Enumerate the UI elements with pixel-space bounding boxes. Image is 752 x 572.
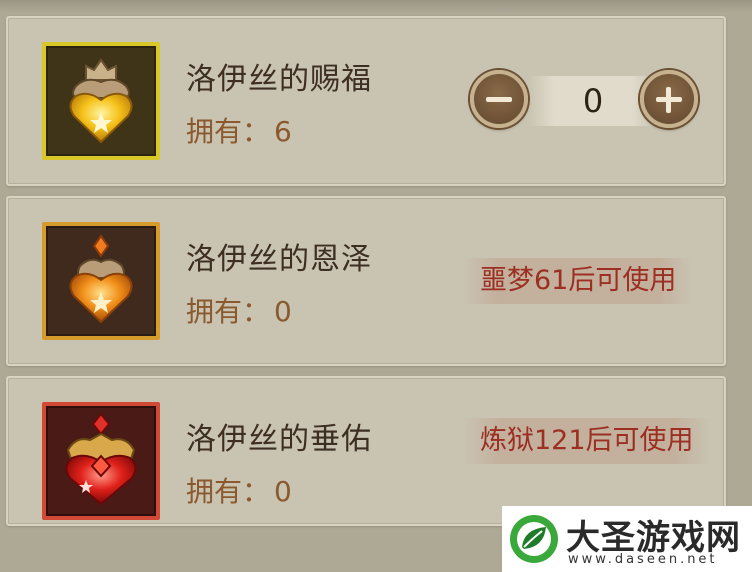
owned-label: 拥有：: [186, 295, 271, 328]
item-name: 洛伊丝的赐福: [186, 62, 372, 97]
item-icon-frame[interactable]: [42, 42, 160, 160]
orange-heart-gem-icon: [69, 234, 133, 324]
owned-count: 拥有： 0: [186, 290, 292, 330]
quantity-input[interactable]: 0: [528, 76, 658, 126]
item-name: 洛伊丝的恩泽: [186, 242, 372, 277]
item-icon-frame[interactable]: [42, 402, 160, 520]
increase-quantity-button[interactable]: [640, 70, 698, 128]
leaf-circle-logo-icon: [510, 515, 558, 563]
owned-count: 拥有： 0: [186, 470, 292, 510]
item-icon-frame[interactable]: [42, 222, 160, 340]
decrease-quantity-button[interactable]: [470, 70, 528, 128]
owned-label: 拥有：: [186, 475, 271, 508]
plus-icon-vertical: [666, 87, 671, 113]
item-row-grace[interactable]: 洛伊丝的恩泽 拥有： 0 噩梦61后可使用: [6, 196, 726, 366]
watermark-url: www.daseen.net: [568, 552, 718, 567]
top-strip: [0, 0, 752, 14]
item-row-protection[interactable]: 洛伊丝的垂佑 拥有： 0 炼狱121后可使用: [6, 376, 726, 526]
minus-icon: [486, 97, 512, 102]
red-heart-gem-icon: [65, 412, 137, 506]
owned-value: 0: [274, 475, 292, 508]
unlock-requirement: 炼狱121后可使用: [464, 418, 710, 464]
owned-value: 6: [274, 115, 292, 148]
yellow-heart-gem-icon: [69, 58, 133, 144]
item-name: 洛伊丝的垂佑: [186, 422, 372, 457]
owned-value: 0: [274, 295, 292, 328]
item-row-blessing[interactable]: 洛伊丝的赐福 拥有： 6 0: [6, 16, 726, 186]
owned-count: 拥有： 6: [186, 110, 292, 150]
watermark: 大圣游戏网 www.daseen.net: [502, 506, 752, 572]
owned-label: 拥有：: [186, 115, 271, 148]
unlock-requirement: 噩梦61后可使用: [464, 258, 693, 304]
